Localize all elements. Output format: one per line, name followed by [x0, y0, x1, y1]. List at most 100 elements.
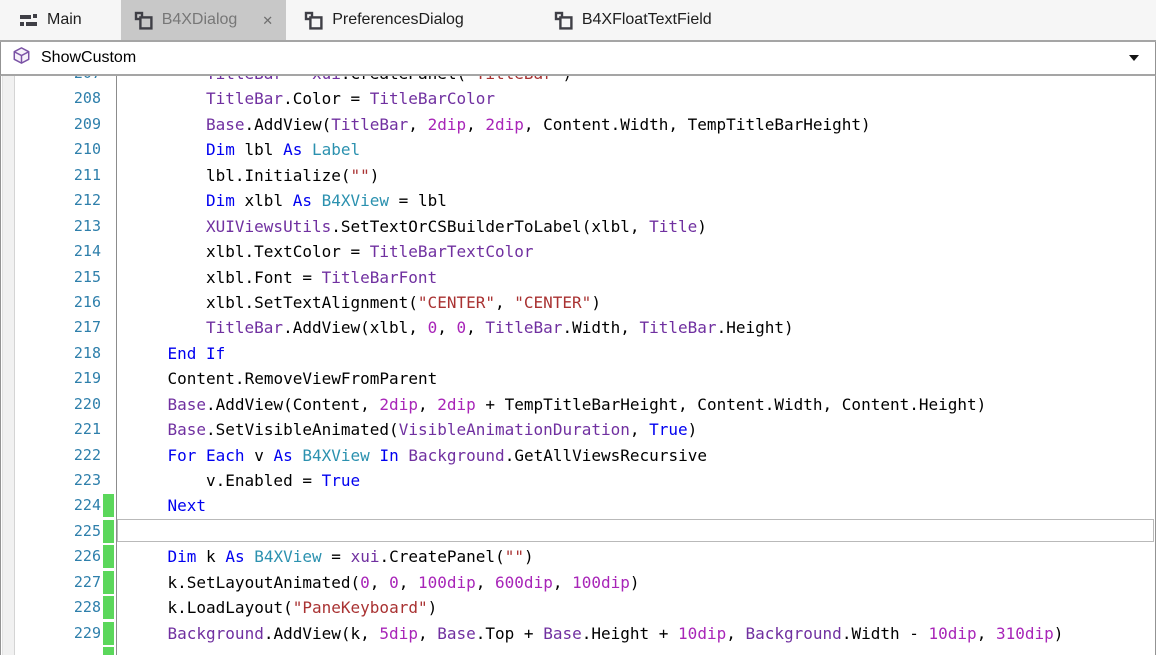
code-line[interactable]: 213 XUIViewsUtils.SetTextOrCSBuilderToLab…	[1, 214, 1155, 239]
line-number[interactable]: 222	[1, 443, 101, 468]
tab-b4xfloattextfield[interactable]: B4XFloatTextField	[541, 0, 725, 40]
code-line[interactable]: 209 Base.AddView(TitleBar, 2dip, 2dip, Co…	[1, 112, 1155, 137]
code-line-text[interactable]: xlbl.TextColor = TitleBarTextColor	[114, 239, 1155, 264]
code-token: .Top +	[475, 623, 544, 643]
code-line-text[interactable]: Base.AddView(TitleBar, 2dip, 2dip, Conte…	[114, 112, 1155, 137]
code-line-text[interactable]: XUIViewsUtils.SetTextOrCSBuilderToLabel(…	[114, 214, 1155, 239]
code-line-text[interactable]: k.SetLayoutAnimated(0, 0, 100dip, 600dip…	[114, 570, 1155, 595]
code-lines-container: 207 TitleBar = xui.CreatePanel("TitleBar"…	[1, 76, 1155, 655]
code-line[interactable]: 217 TitleBar.AddView(xlbl, 0, 0, TitleBar…	[1, 315, 1155, 340]
change-marker	[103, 138, 114, 161]
code-line-text[interactable]: Dim lbl As Label	[114, 137, 1155, 162]
change-marker	[103, 418, 114, 441]
code-editor[interactable]: 207 TitleBar = xui.CreatePanel("TitleBar"…	[0, 76, 1156, 655]
close-icon[interactable]: ✕	[262, 14, 273, 27]
code-line[interactable]: 214 xlbl.TextColor = TitleBarTextColor	[1, 239, 1155, 264]
activity-module-icon	[19, 12, 38, 29]
code-token: In	[379, 445, 399, 465]
line-number[interactable]: 219	[1, 366, 101, 391]
tab-main[interactable]: Main	[6, 0, 95, 40]
code-line[interactable]: 220 Base.AddView(Content, 2dip, 2dip + Te…	[1, 392, 1155, 417]
code-token: ,	[552, 572, 573, 592]
code-line[interactable]: 219 Content.RemoveViewFromParent	[1, 366, 1155, 391]
code-token: 0	[389, 572, 399, 592]
line-number[interactable]: 221	[1, 417, 101, 442]
code-line-text[interactable]: Base.AddView(Content, 2dip, 2dip + TempT…	[114, 392, 1155, 417]
code-line[interactable]: 228 k.LoadLayout("PaneKeyboard")	[1, 595, 1155, 620]
code-token: xlbl.Font =	[206, 267, 322, 287]
line-number[interactable]: 224	[1, 493, 101, 518]
code-line[interactable]: 212 Dim xlbl As B4XView = lbl	[1, 188, 1155, 213]
code-line-text[interactable]: xlbl.SetTextAlignment("CENTER", "CENTER"…	[114, 290, 1155, 315]
line-number[interactable]: 226	[1, 544, 101, 569]
line-number[interactable]: 207	[1, 76, 101, 86]
code-token: )	[629, 572, 640, 592]
line-number[interactable]: 210	[1, 137, 101, 162]
code-line-text[interactable]: Dim k As B4XView = xui.CreatePanel("")	[114, 544, 1155, 569]
code-line[interactable]: 222 For Each v As B4XView In Background.G…	[1, 443, 1155, 468]
line-number[interactable]: 220	[1, 392, 101, 417]
member-selector[interactable]: ShowCustom	[0, 42, 1156, 76]
code-line-text[interactable]: For Each v As B4XView In Background.GetA…	[114, 443, 1155, 468]
code-line-text[interactable]: Next	[114, 493, 1155, 518]
line-number[interactable]: 213	[1, 214, 101, 239]
code-line-text[interactable]	[114, 646, 1155, 655]
code-line-text[interactable]: TitleBar.AddView(xlbl, 0, 0, TitleBar.Wi…	[114, 315, 1155, 340]
line-number[interactable]: 217	[1, 315, 101, 340]
chevron-down-icon[interactable]	[1129, 55, 1139, 61]
line-number[interactable]: 212	[1, 188, 101, 213]
code-token: 2dip	[427, 114, 467, 134]
code-line[interactable]: 218 End If	[1, 341, 1155, 366]
code-line-text[interactable]: Base.SetVisibleAnimated(VisibleAnimation…	[114, 417, 1155, 442]
code-line[interactable]	[1, 646, 1155, 655]
code-line[interactable]: 215 xlbl.Font = TitleBarFont	[1, 265, 1155, 290]
tab-b4xdialog[interactable]: B4XDialog ✕	[120, 0, 287, 40]
code-token: 100dip	[417, 572, 476, 592]
code-token: )	[687, 420, 698, 440]
code-line[interactable]: 227 k.SetLayoutAnimated(0, 0, 100dip, 600…	[1, 570, 1155, 595]
line-number[interactable]: 227	[1, 570, 101, 595]
gutter-separator	[116, 76, 117, 655]
line-number[interactable]: 214	[1, 239, 101, 264]
code-line[interactable]: 208 TitleBar.Color = TitleBarColor	[1, 86, 1155, 111]
code-line-text[interactable]: End If	[114, 341, 1155, 366]
line-number[interactable]: 208	[1, 86, 101, 111]
line-number[interactable]: 218	[1, 341, 101, 366]
code-line[interactable]: 210 Dim lbl As Label	[1, 137, 1155, 162]
code-line[interactable]: 211 lbl.Initialize("")	[1, 163, 1155, 188]
line-number[interactable]: 228	[1, 595, 101, 620]
code-line-text[interactable]: TitleBar = xui.CreatePanel("TitleBar")	[114, 76, 1155, 86]
code-line[interactable]: 223 v.Enabled = True	[1, 468, 1155, 493]
line-number[interactable]: 216	[1, 290, 101, 315]
code-line[interactable]: 224 Next	[1, 493, 1155, 518]
code-line-text[interactable]: TitleBar.Color = TitleBarColor	[114, 86, 1155, 111]
code-line[interactable]: 221 Base.SetVisibleAnimated(VisibleAnimat…	[1, 417, 1155, 442]
line-number[interactable]: 229	[1, 621, 101, 646]
code-line[interactable]: 225	[1, 518, 1155, 544]
code-line-text[interactable]: v.Enabled = True	[114, 468, 1155, 493]
code-line-text[interactable]: Content.RemoveViewFromParent	[114, 366, 1155, 391]
code-line[interactable]: 207 TitleBar = xui.CreatePanel("TitleBar"…	[1, 76, 1155, 86]
code-line[interactable]: 216 xlbl.SetTextAlignment("CENTER", "CENT…	[1, 290, 1155, 315]
code-line-text[interactable]: Background.AddView(k, 5dip, Base.Top + B…	[114, 621, 1155, 646]
line-number[interactable]: 225	[1, 519, 101, 544]
code-line[interactable]: 226 Dim k As B4XView = xui.CreatePanel(""…	[1, 544, 1155, 569]
change-marker	[103, 519, 114, 543]
line-number[interactable]: 211	[1, 163, 101, 188]
code-token: Background	[745, 623, 842, 643]
change-marker	[103, 367, 114, 390]
code-line-text[interactable]: xlbl.Font = TitleBarFont	[114, 265, 1155, 290]
tab-preferencesdialog[interactable]: PreferencesDialog	[291, 0, 477, 40]
code-token: "CENTER"	[514, 292, 592, 312]
line-number[interactable]: 223	[1, 468, 101, 493]
code-line-text[interactable]: k.LoadLayout("PaneKeyboard")	[114, 595, 1155, 620]
code-token: .CreatePanel(	[341, 76, 466, 83]
code-line-text[interactable]: Dim xlbl As B4XView = lbl	[114, 188, 1155, 213]
line-number[interactable]: 215	[1, 265, 101, 290]
line-number[interactable]	[1, 646, 101, 655]
code-line-text[interactable]: lbl.Initialize("")	[114, 163, 1155, 188]
code-line[interactable]: 229 Background.AddView(k, 5dip, Base.Top …	[1, 621, 1155, 646]
line-number[interactable]: 209	[1, 112, 101, 137]
code-token: = lbl	[389, 191, 447, 211]
code-token: Dim	[206, 140, 235, 160]
